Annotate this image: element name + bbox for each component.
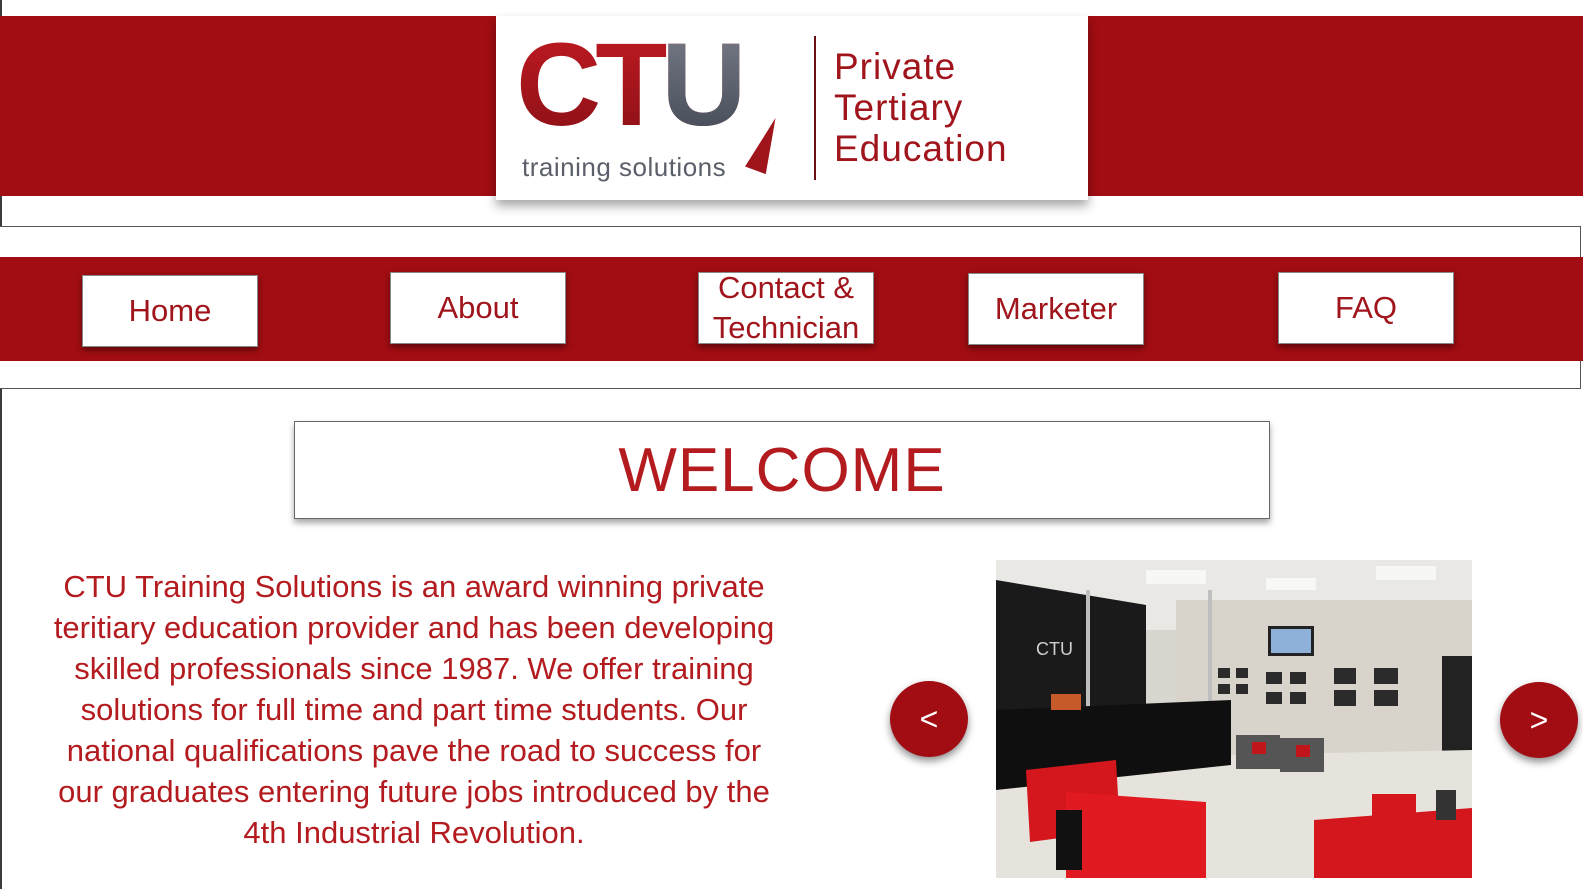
welcome-banner: WELCOME [294, 421, 1270, 519]
nav-about-button[interactable]: About [390, 272, 566, 344]
logo-arrow-icon [745, 113, 785, 175]
intro-line: CTU Training Solutions is an award winni… [63, 569, 765, 604]
nav-faq-button[interactable]: FAQ [1278, 272, 1454, 344]
intro-paragraph: CTU Training Solutions is an award winni… [24, 566, 804, 853]
logo[interactable]: CTU training solutions Private Tertiary … [496, 16, 1088, 200]
logo-tagline: Private Tertiary Education [834, 46, 1008, 169]
carousel-next-button[interactable]: > [1500, 682, 1578, 758]
nav-marketer-label: Marketer [994, 291, 1118, 326]
tagline-line-1: Private [834, 46, 957, 87]
office-lobby-image: CTU [996, 560, 1472, 878]
nav-contact-label-line-2: Technician [712, 310, 860, 345]
nav-about-label: About [437, 290, 519, 325]
nav-faq-label: FAQ [1334, 290, 1397, 325]
carousel-prev-button[interactable]: < [890, 681, 968, 757]
nav-home-button[interactable]: Home [82, 275, 258, 347]
intro-line: 4th Industrial Revolution. [243, 815, 585, 850]
lobby-sign-text: CTU [1036, 639, 1073, 659]
nav-home-label: Home [128, 293, 212, 328]
intro-line: solutions for full time and part time st… [80, 692, 748, 727]
nav-contact-technician-button[interactable]: Contact & Technician [698, 270, 874, 345]
logo-wordmark: CTU [516, 19, 746, 151]
nav-contact-label-line-1: Contact & [717, 270, 855, 305]
logo-divider [814, 36, 816, 180]
intro-line: national qualifications pave the road to… [66, 733, 762, 768]
intro-line: teritiary education provider and has bee… [53, 610, 775, 645]
nav-marketer-button[interactable]: Marketer [968, 273, 1144, 345]
intro-line: our graduates entering future jobs intro… [58, 774, 770, 809]
tagline-line-2: Tertiary [834, 87, 964, 128]
tagline-line-3: Education [834, 128, 1008, 169]
welcome-title: WELCOME [618, 435, 946, 505]
logo-subtitle: training solutions [522, 152, 727, 182]
carousel-photo: CTU [996, 560, 1472, 878]
intro-line: skilled professionals since 1987. We off… [74, 651, 754, 686]
